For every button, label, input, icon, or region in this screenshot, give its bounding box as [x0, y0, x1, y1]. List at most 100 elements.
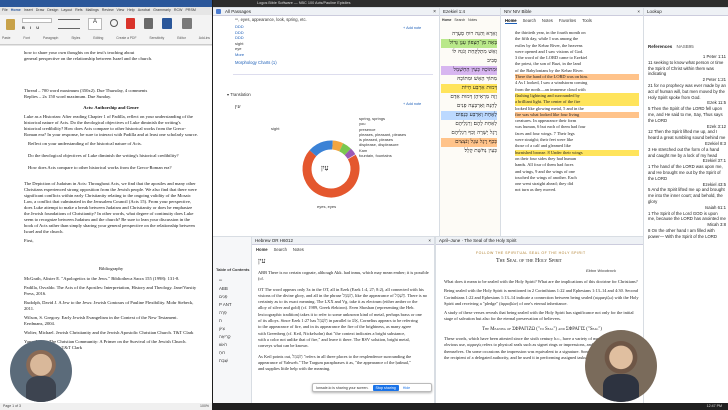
- translation-header: ▾ Translation: [227, 92, 251, 97]
- toc-item[interactable]: ‏פָּנִים: [213, 293, 251, 301]
- tab-home[interactable]: Home: [442, 18, 451, 22]
- tab-search[interactable]: Search: [523, 18, 536, 24]
- close-icon[interactable]: ×: [428, 238, 431, 243]
- search-icon[interactable]: [110, 19, 118, 27]
- hide-button[interactable]: Hide: [403, 386, 410, 390]
- toc-item[interactable]: ת: [213, 317, 251, 325]
- ribbon-tab[interactable]: Design: [47, 8, 58, 14]
- tab-home[interactable]: Home: [505, 18, 517, 24]
- taskbar: 12:47 PM: [213, 403, 728, 410]
- translation-label: Translation: [230, 92, 251, 97]
- word-study-toolbar: All Passages ×: [213, 8, 439, 16]
- toc-item[interactable]: ‏רוּחַ: [213, 349, 251, 357]
- ribbon-tab[interactable]: Insert: [24, 8, 33, 14]
- font-box[interactable]: [22, 18, 52, 23]
- share-message: Ionsale.io is sharing your screen.: [316, 385, 369, 390]
- reflect-1: Reflect on your understanding of the his…: [28, 141, 142, 146]
- ribbon-group: Editing: [93, 36, 104, 40]
- passages-icon[interactable]: [216, 9, 221, 14]
- morph-charts[interactable]: Morphology Charts (1): [235, 60, 277, 65]
- heb-line: רֶגֶל יְשָׁרָה וְכַף רַגְלֵיהֶם: [451, 130, 497, 136]
- close-icon[interactable]: ×: [637, 9, 640, 14]
- article-para: Being sealed with the Holy Spirit is men…: [444, 288, 639, 306]
- add-note[interactable]: + Add note: [403, 26, 421, 30]
- clipboard-icon[interactable]: [6, 19, 15, 30]
- taskbar-clock: 12:47 PM: [706, 404, 722, 408]
- toc-item[interactable]: ABB: [213, 285, 251, 293]
- tab-search[interactable]: Search: [454, 18, 465, 22]
- lexicon-title-bar: Hebrew OR H6012 ×: [252, 237, 434, 245]
- editor-icon[interactable]: [162, 18, 172, 29]
- ribbon-tab[interactable]: Mailings: [86, 8, 99, 14]
- lookup-title[interactable]: Lookup: [647, 9, 662, 14]
- ezekiel-hebrew-pane: Ezekiel 1:4 Home Search Notes וָאֵרֶא וְ…: [440, 8, 500, 236]
- lex-link[interactable]: DDD: [235, 24, 244, 30]
- article-title[interactable]: April–June · The Seal of the Holy Spirit: [439, 238, 516, 243]
- ribbon-tab[interactable]: Draw: [36, 8, 44, 14]
- replies-line: Replies – 2x 150 word maximum. Due Sunda…: [24, 94, 112, 99]
- ref-text: 5 Then the Spirit of the LORD fell upon …: [648, 106, 723, 123]
- pdf-icon[interactable]: [126, 18, 135, 29]
- close-icon[interactable]: ×: [433, 9, 436, 15]
- tab-notes[interactable]: Notes: [468, 18, 477, 22]
- ribbon-tab[interactable]: Review: [102, 8, 114, 14]
- sense-wheel[interactable]: [300, 138, 362, 200]
- tab-notes[interactable]: Notes: [542, 18, 553, 24]
- lex-link[interactable]: DDD: [235, 35, 244, 41]
- translation-value: עין: [235, 104, 241, 110]
- ribbon-tab[interactable]: Grammarly: [153, 8, 171, 14]
- lexicon-pane: Hebrew OR H6012 × Home Search Notes עין …: [252, 237, 434, 403]
- ref-text: 21 for no prophecy was ever made by an a…: [648, 82, 726, 100]
- ribbon-tab[interactable]: Home: [11, 8, 21, 14]
- toc-item[interactable]: ‏שַׁבָּת: [213, 357, 251, 365]
- toc-item[interactable]: P ANT: [213, 301, 251, 309]
- toc-item[interactable]: ‏פָּרָה: [213, 309, 251, 317]
- zoom-level[interactable]: 100%: [200, 404, 209, 409]
- tab-favorites[interactable]: Favorites: [559, 18, 576, 24]
- sensitivity-icon[interactable]: [144, 18, 153, 29]
- ribbon-tab[interactable]: Layout: [61, 8, 72, 14]
- lex-entry: ייי, eyes, appearance, look, spring, etc…: [235, 17, 307, 22]
- ribbon-tab[interactable]: Help: [127, 8, 134, 14]
- ribbon-tab[interactable]: Acrobat: [138, 8, 150, 14]
- wheel-legend-right: spring, springs you presence pleases, pl…: [359, 116, 406, 158]
- ribbon-tab[interactable]: RCW: [174, 8, 183, 14]
- tab-home[interactable]: Home: [256, 247, 268, 252]
- toc-item[interactable]: ‏קְרִיאָה: [213, 333, 251, 341]
- heb-line: מִתּוֹךְ הָאֵשׁ׃ וּמִתּוֹכָהּ: [457, 76, 497, 82]
- paragraph-icons[interactable]: [58, 19, 80, 29]
- heb-line: כְּכַף רֶגֶל עֵגֶל וְנֹצְצִים: [441, 138, 497, 147]
- lexicon-title[interactable]: Hebrew OR H6012: [255, 238, 293, 243]
- tab-tools[interactable]: Tools: [582, 18, 592, 24]
- wheel-legend-left: sight: [271, 126, 280, 131]
- question-2: The Depiction of Judaism in Acts: Throug…: [24, 181, 197, 234]
- addins-icon[interactable]: [182, 18, 192, 29]
- toc-item[interactable]: ‏רֹאשׁ: [213, 341, 251, 349]
- niv-line: not turn as they moved.: [515, 187, 557, 193]
- niv-title[interactable]: NIV NIV Bible: [504, 9, 532, 14]
- tab-search[interactable]: Search: [274, 247, 287, 252]
- ribbon-tab[interactable]: PRSM: [185, 8, 195, 14]
- reflect-2: Do the theological objectives of Luke di…: [28, 153, 179, 158]
- bib-entry: Wolter, Michael. Jewish Christianity and…: [24, 330, 194, 335]
- styles-icon[interactable]: A: [88, 18, 102, 30]
- ribbon-tab[interactable]: View: [117, 8, 125, 14]
- ribbon-group: Paragraph: [42, 36, 59, 40]
- bib-entry: Padilla, Osvaldo. The Acts of the Apostl…: [24, 285, 197, 296]
- ezekiel-ref[interactable]: Ezekiel 1:4: [443, 9, 465, 14]
- all-passages[interactable]: All Passages: [225, 9, 251, 14]
- stop-sharing-button[interactable]: Stop sharing: [372, 384, 399, 391]
- font-format-icons[interactable]: B I U: [22, 25, 52, 30]
- references-version[interactable]: NASB95: [677, 44, 694, 49]
- toc-pane: Table of Contents ‏ייי ABB ‏פָּנִים P AN…: [213, 237, 251, 403]
- ribbon-tab[interactable]: File: [2, 8, 8, 14]
- tab-notes[interactable]: Notes: [293, 247, 304, 252]
- more-link[interactable]: More: [235, 52, 244, 58]
- heb-line: בָּאָה מִן־הַצָּפוֹן עָנָן גָּדוֹל: [441, 39, 497, 48]
- add-note-2[interactable]: + Add note: [403, 102, 421, 106]
- lex-line: and supplies little help with the meanin…: [258, 366, 331, 372]
- toc-item[interactable]: ‏צִיּוֹן: [213, 325, 251, 333]
- toc-item[interactable]: ‏ייי: [213, 277, 251, 285]
- ribbon-tab[interactable]: Refs: [75, 8, 82, 14]
- section-divider: [233, 74, 433, 75]
